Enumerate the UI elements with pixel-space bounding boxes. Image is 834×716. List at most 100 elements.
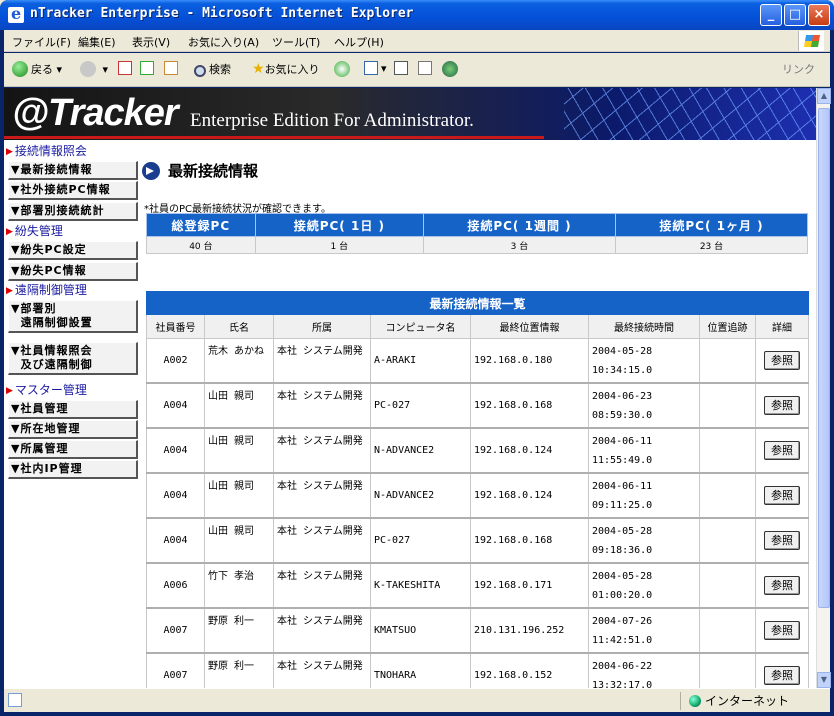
links-button[interactable]: リンク [782, 61, 815, 77]
view-details-button[interactable]: 参照 [764, 440, 800, 460]
column-header: 氏名 [204, 314, 274, 339]
nav-affiliation-management[interactable]: ▼所属管理 [8, 440, 138, 459]
cell-computer-name: N-ADVANCE2 [370, 427, 471, 474]
cell-employee-id: A006 [146, 562, 205, 609]
cell-last-connection-time: 2004-06-22 13:32:17.0 [588, 652, 700, 688]
back-button[interactable]: 戻る ▾ [12, 61, 62, 77]
view-details-button[interactable]: 参照 [764, 665, 800, 685]
scroll-up-icon[interactable]: ▲ [817, 88, 831, 104]
cell-computer-name: KMATSUO [370, 607, 471, 654]
maximize-button[interactable]: □ [784, 4, 806, 26]
summary-value: 40 台 [146, 236, 256, 254]
menu-file[interactable]: ファイル(F) [12, 34, 71, 50]
cell-last-connection-time: 2004-06-23 08:59:30.0 [588, 382, 700, 429]
favorites-button[interactable]: ★お気に入り [252, 61, 320, 77]
nav-employee-remote[interactable]: ▼社員情報照会 及び遠隔制御 [8, 342, 138, 375]
menu-edit[interactable]: 編集(E) [78, 34, 116, 50]
security-zone: インターネット [680, 692, 826, 710]
forward-button[interactable]: ▾ [80, 61, 108, 77]
mail-button[interactable]: ▾ [364, 61, 387, 75]
cell-details: 参照 [754, 382, 810, 429]
refresh-button[interactable] [140, 61, 157, 75]
nav-lost-pc-info[interactable]: ▼紛失PC情報 [8, 262, 138, 281]
cell-location-tracking [699, 517, 756, 564]
view-details-button[interactable]: 参照 [764, 350, 800, 370]
cell-employee-id: A007 [146, 607, 205, 654]
section-master-management: マスター管理 [6, 381, 87, 398]
banner-grid-graphic [564, 88, 816, 140]
close-button[interactable]: × [808, 4, 830, 26]
view-details-button[interactable]: 参照 [764, 620, 800, 640]
view-details-button[interactable]: 参照 [764, 395, 800, 415]
summary-value: 1 台 [254, 236, 424, 254]
cell-last-location: 192.168.0.171 [470, 562, 589, 609]
home-button[interactable] [164, 61, 181, 75]
forward-arrow-icon [80, 61, 96, 77]
cell-location-tracking [699, 382, 756, 429]
scroll-down-icon[interactable]: ▼ [817, 672, 831, 688]
view-details-button[interactable]: 参照 [764, 530, 800, 550]
cell-last-connection-time: 2004-05-28 10:34:15.0 [588, 338, 700, 384]
section-loss-management: 紛失管理 [6, 222, 63, 239]
minimize-button[interactable]: _ [760, 4, 782, 26]
print-button[interactable] [394, 61, 411, 75]
nav-employee-management[interactable]: ▼社員管理 [8, 400, 138, 419]
search-label: 検索 [209, 63, 231, 76]
nav-location-management[interactable]: ▼所在地管理 [8, 420, 138, 439]
nav-external-pc-info[interactable]: ▼社外接続PC情報 [8, 181, 138, 200]
menu-help[interactable]: ヘルプ(H) [334, 34, 384, 50]
cell-last-location: 192.168.0.168 [470, 517, 589, 564]
cell-employee-id: A007 [146, 652, 205, 688]
cell-department: 本社 システム開発 [273, 338, 371, 384]
messenger-button[interactable] [442, 61, 461, 77]
cell-name: 荒木 あかね [204, 338, 274, 384]
column-header: 最終接続時間 [588, 314, 700, 339]
section-connection-info: 接続情報照会 [6, 142, 87, 159]
search-button[interactable]: 検索 [194, 61, 231, 77]
nav-internal-ip-management[interactable]: ▼社内IP管理 [8, 460, 138, 479]
nav-lost-pc-settings[interactable]: ▼紛失PC設定 [8, 241, 138, 260]
banner: @Tracker Enterprise Edition For Administ… [4, 88, 816, 140]
cell-last-location: 192.168.0.124 [470, 472, 589, 519]
summary-value: 3 台 [422, 236, 616, 254]
table-row: A004 山田 親司 本社 システム開発 N-ADVANCE2 192.168.0.12… [146, 472, 810, 519]
cell-details: 参照 [754, 652, 810, 688]
summary-header: 接続PC( 1ヶ月 ) [614, 213, 809, 237]
summary-header: 接続PC( 1日 ) [254, 213, 424, 237]
menu-tools[interactable]: ツール(T) [272, 34, 320, 50]
summary-table: 総登録PC 接続PC( 1日 ) 接続PC( 1週間 ) 接続PC( 1ヶ月 )… [146, 213, 809, 254]
history-button[interactable] [334, 61, 353, 77]
cell-location-tracking [699, 562, 756, 609]
cell-employee-id: A004 [146, 472, 205, 519]
column-header: 位置追跡 [699, 314, 756, 339]
vertical-scrollbar[interactable]: ▲ ▼ [816, 88, 831, 688]
edition-text: Enterprise Edition For Administrator. [190, 110, 474, 131]
cell-last-connection-time: 2004-05-28 09:18:36.0 [588, 517, 700, 564]
nav-remote-setup[interactable]: ▼部署別 遠隔制御設置 [8, 300, 138, 333]
view-details-button[interactable]: 参照 [764, 485, 800, 505]
home-icon [164, 61, 178, 75]
cell-computer-name: PC-027 [370, 517, 471, 564]
cell-computer-name: N-ADVANCE2 [370, 472, 471, 519]
cell-details: 参照 [754, 607, 810, 654]
cell-details: 参照 [754, 338, 810, 384]
cell-details: 参照 [754, 427, 810, 474]
edit-button[interactable] [418, 61, 435, 75]
menu-favorites[interactable]: お気に入り(A) [188, 34, 259, 50]
cell-location-tracking [699, 427, 756, 474]
cell-name: 山田 親司 [204, 382, 274, 429]
cell-department: 本社 システム開発 [273, 517, 371, 564]
column-header: 社員番号 [146, 314, 205, 339]
cell-employee-id: A004 [146, 382, 205, 429]
cell-last-connection-time: 2004-06-11 11:55:49.0 [588, 427, 700, 474]
table-row: A004 山田 親司 本社 システム開発 N-ADVANCE2 192.168.0.12… [146, 427, 810, 474]
page-icon [8, 693, 22, 707]
scroll-thumb[interactable] [818, 108, 830, 608]
menu-view[interactable]: 表示(V) [132, 34, 170, 50]
cell-last-location: 192.168.0.168 [470, 382, 589, 429]
nav-latest-connection[interactable]: ▼最新接続情報 [8, 161, 138, 180]
stop-button[interactable] [118, 61, 135, 75]
nav-department-stats[interactable]: ▼部署別接続統計 [8, 202, 138, 221]
table-row: A006 竹下 孝治 本社 システム開発 K-TAKESHITA 192.168.0.1… [146, 562, 810, 609]
view-details-button[interactable]: 参照 [764, 575, 800, 595]
